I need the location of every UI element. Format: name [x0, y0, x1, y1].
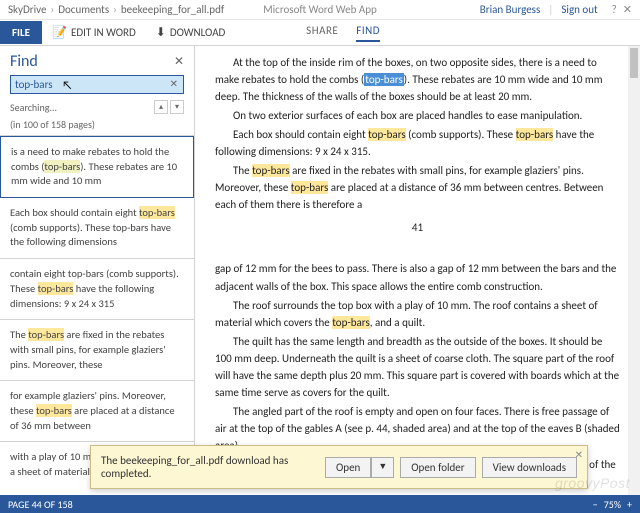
- close-notification-icon[interactable]: ✕: [575, 448, 583, 461]
- watermark: groovyPost: [555, 475, 630, 491]
- find-pane: Find ✕ ✕ ↖ Searching... ▴ ▾ (in 100 of 1…: [0, 46, 195, 476]
- download-notification: ✕ The beekeeping_for_all.pdf download ha…: [90, 445, 588, 489]
- open-button[interactable]: Open: [325, 457, 371, 478]
- find-title: Find: [10, 52, 38, 71]
- find-tab[interactable]: FIND: [356, 24, 380, 42]
- document-view[interactable]: At the top of the inside rim of the boxe…: [195, 46, 640, 476]
- breadcrumb: SkyDrive › Documents › beekeeping_for_al…: [0, 0, 640, 20]
- share-tab[interactable]: SHARE: [306, 24, 338, 42]
- result-item[interactable]: for example glaziers' pins. Moreover, th…: [0, 381, 194, 442]
- toolbar: FILE 📝EDIT IN WORD ⬇DOWNLOAD SHARE FIND: [0, 20, 640, 46]
- help-icon[interactable]: ?: [612, 3, 617, 16]
- current-match: top-bars: [364, 73, 404, 86]
- zoom-level[interactable]: 75%: [604, 498, 621, 511]
- next-result-button[interactable]: ▾: [170, 100, 184, 114]
- search-input[interactable]: [10, 75, 184, 94]
- file-tab[interactable]: FILE: [0, 21, 42, 44]
- bc-file[interactable]: beekeeping_for_all.pdf: [121, 3, 224, 16]
- cursor-icon: ↖: [62, 79, 73, 93]
- close-icon[interactable]: ✕: [623, 3, 632, 16]
- word-icon: 📝: [52, 25, 67, 40]
- zoom-out-icon[interactable]: −: [593, 498, 598, 511]
- result-item[interactable]: is a need to make rebates to hold the co…: [0, 136, 194, 198]
- results-list: is a need to make rebates to hold the co…: [0, 135, 194, 476]
- chevron-right-icon: ›: [51, 3, 55, 16]
- prev-result-button[interactable]: ▴: [154, 100, 168, 114]
- search-scope: (in 100 of 158 pages): [0, 118, 194, 135]
- download-button[interactable]: ⬇DOWNLOAD: [146, 20, 236, 45]
- status-bar: PAGE 44 OF 158 − 75% +: [0, 495, 640, 513]
- open-folder-button[interactable]: Open folder: [400, 457, 475, 478]
- search-status: Searching...: [10, 101, 57, 114]
- bc-folder[interactable]: Documents: [58, 3, 109, 16]
- open-dropdown-icon[interactable]: ▼: [371, 457, 394, 478]
- close-pane-icon[interactable]: ✕: [174, 54, 184, 69]
- download-icon: ⬇: [156, 25, 166, 40]
- download-message: The beekeeping_for_all.pdf download has …: [101, 454, 325, 480]
- zoom-in-icon[interactable]: +: [627, 498, 632, 511]
- scrollbar[interactable]: [628, 46, 640, 495]
- user-name[interactable]: Brian Burgess: [480, 3, 541, 16]
- app-title: Microsoft Word Web App: [263, 3, 377, 16]
- page-indicator[interactable]: PAGE 44 OF 158: [8, 498, 73, 511]
- result-item[interactable]: Each box should contain eight top-bars (…: [0, 198, 194, 259]
- chevron-right-icon: ›: [113, 3, 117, 16]
- page-number: 41: [215, 219, 620, 236]
- signout-link[interactable]: Sign out: [561, 3, 597, 16]
- bc-root[interactable]: SkyDrive: [8, 3, 47, 16]
- result-item[interactable]: The top-bars are fixed in the rebates wi…: [0, 320, 194, 381]
- result-item[interactable]: contain eight top-bars (comb supports). …: [0, 259, 194, 320]
- edit-word-button[interactable]: 📝EDIT IN WORD: [42, 20, 146, 45]
- clear-search-icon[interactable]: ✕: [170, 77, 178, 90]
